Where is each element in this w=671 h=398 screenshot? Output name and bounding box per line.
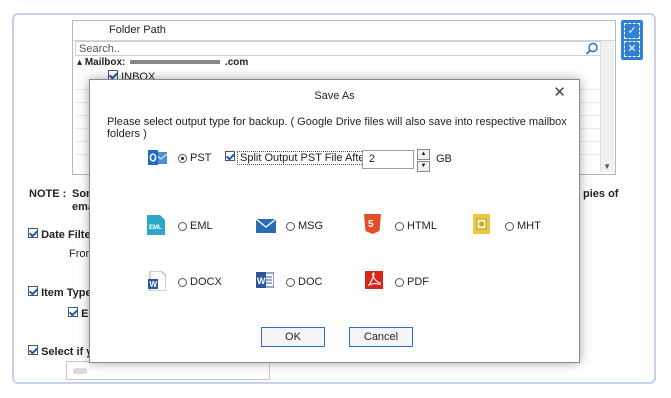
html-radio[interactable] [395, 221, 404, 231]
svg-text:W: W [257, 276, 266, 286]
tree-scrollbar[interactable] [600, 41, 614, 172]
select-all-icon[interactable]: ✓ [624, 23, 640, 39]
ok-button[interactable]: OK [261, 327, 325, 347]
date-filter-checkbox[interactable] [28, 228, 38, 238]
tree-tools: ✓ ✕ [621, 20, 643, 60]
split-unit: GB [436, 153, 452, 165]
split-size-input[interactable]: 2 [362, 150, 414, 169]
dialog-message: Please select output type for backup. ( … [107, 116, 567, 140]
svg-text:W: W [150, 280, 158, 289]
msg-radio[interactable] [286, 221, 295, 231]
search-placeholder: Search.. [79, 43, 120, 55]
select-checkbox[interactable] [28, 345, 38, 355]
docx-icon: W [148, 271, 166, 291]
eml-radio[interactable] [178, 221, 187, 231]
close-icon[interactable]: ✕ [553, 83, 566, 101]
item-type-option[interactable]: Item Type [28, 286, 92, 299]
format-option-msg[interactable]: MSG [286, 220, 323, 232]
cancel-button[interactable]: Cancel [349, 327, 413, 347]
stepper-up-icon[interactable]: ▲ [417, 149, 430, 160]
item-type-checkbox[interactable] [28, 286, 38, 296]
outlook-icon [148, 150, 168, 165]
split-checkbox[interactable] [225, 151, 235, 161]
split-label: Split Output PST File After: [237, 151, 375, 165]
split-option[interactable]: Split Output PST File After: [225, 151, 375, 165]
format-option-eml[interactable]: EML [178, 220, 213, 232]
note-label: NOTE : [29, 188, 67, 200]
format-option-doc[interactable]: DOC [286, 276, 322, 288]
format-option-pdf[interactable]: PDF [395, 276, 429, 288]
mht-radio[interactable] [505, 221, 514, 231]
item-sub-checkbox[interactable] [68, 307, 78, 317]
split-size-value: 2 [369, 153, 376, 165]
date-filter-option[interactable]: Date Filter [28, 228, 95, 241]
dialog-title: Save As [314, 90, 355, 102]
select-input[interactable] [66, 361, 270, 380]
mht-icon [473, 214, 490, 234]
item-type-label: Item Type [41, 287, 92, 299]
mailbox-label: Mailbox: [84, 57, 126, 68]
scroll-down-arrow-icon[interactable]: ▼ [603, 162, 611, 171]
docx-radio[interactable] [178, 277, 187, 287]
collapse-arrow-icon[interactable]: ▴ [77, 57, 82, 68]
mailbox-address-redacted [130, 60, 221, 65]
folder-path-header: Folder Path [73, 21, 615, 41]
redacted-value [73, 368, 87, 374]
pst-radio[interactable] [178, 153, 187, 163]
format-option-pst[interactable]: PST [178, 152, 211, 164]
search-icon[interactable] [585, 42, 599, 56]
folder-path-header-label: Folder Path [109, 24, 166, 36]
save-as-dialog: Save As ✕ Please select output type for … [89, 79, 580, 363]
format-option-html[interactable]: HTML [395, 220, 437, 232]
format-option-mht[interactable]: MHT [505, 220, 541, 232]
html5-icon: 5 [364, 214, 381, 234]
pdf-icon [365, 271, 383, 289]
stepper-down-icon[interactable]: ▼ [417, 161, 430, 172]
mailbox-suffix: .com [224, 57, 249, 68]
word-icon: W [256, 272, 274, 288]
format-option-docx[interactable]: DOCX [178, 276, 222, 288]
svg-text:EML: EML [149, 225, 162, 231]
folder-search-input[interactable]: Search.. [75, 41, 602, 56]
note-text-fragment-right: pies of [583, 188, 619, 200]
svg-text:5: 5 [368, 219, 374, 230]
envelope-icon [256, 218, 276, 233]
deselect-all-icon[interactable]: ✕ [624, 41, 640, 57]
eml-icon: EML [147, 215, 165, 235]
split-size-stepper[interactable]: ▲ ▼ [417, 149, 430, 172]
date-filter-label: Date Filter [41, 229, 95, 241]
mailbox-row[interactable]: ▴ Mailbox: .com [77, 57, 248, 68]
pdf-radio[interactable] [395, 277, 404, 287]
doc-radio[interactable] [286, 277, 295, 287]
